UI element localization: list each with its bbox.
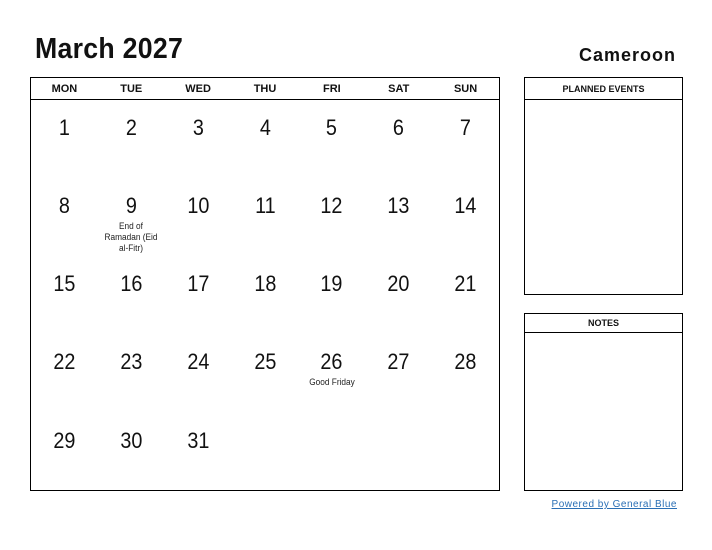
day-cell: 14 bbox=[432, 181, 499, 256]
notes-panel: NOTES bbox=[524, 313, 683, 491]
day-cell: 29 bbox=[31, 413, 98, 490]
day-number: 25 bbox=[253, 349, 277, 374]
day-number: 26 bbox=[320, 349, 343, 374]
day-cell: 2 bbox=[98, 100, 165, 181]
day-cell: 30 bbox=[98, 413, 165, 490]
calendar-body: 1 2 3 4 5 6 7 8 9 End of Ramadan (Eid al-Fitr) 10 1… bbox=[31, 100, 499, 490]
day-number: 15 bbox=[53, 271, 76, 296]
empty-day-cell bbox=[432, 413, 499, 490]
page-title: March 2027 bbox=[35, 33, 184, 65]
day-number: 19 bbox=[320, 271, 343, 296]
day-cell: 8 bbox=[31, 181, 98, 256]
day-number: 11 bbox=[254, 193, 276, 218]
day-cell: 13 bbox=[365, 181, 432, 256]
holiday-label: End of Ramadan (Eid al-Fitr) bbox=[104, 221, 158, 253]
day-number: 1 bbox=[58, 115, 70, 140]
day-number: 2 bbox=[125, 115, 137, 140]
day-cell: 25 bbox=[232, 334, 299, 413]
day-cell: 3 bbox=[165, 100, 232, 181]
day-number: 5 bbox=[326, 115, 338, 140]
day-cell: 4 bbox=[232, 100, 299, 181]
day-number: 27 bbox=[387, 349, 410, 374]
weekday-sat: SAT bbox=[388, 83, 410, 95]
day-number: 16 bbox=[120, 271, 143, 296]
day-cell: 15 bbox=[31, 256, 98, 334]
day-number: 31 bbox=[187, 428, 210, 453]
day-cell: 31 bbox=[165, 413, 232, 490]
day-number: 4 bbox=[259, 115, 271, 140]
day-cell: 28 bbox=[432, 334, 499, 413]
day-number: 29 bbox=[53, 428, 76, 453]
day-number: 13 bbox=[387, 193, 410, 218]
planned-events-panel: PLANNED EVENTS bbox=[524, 77, 683, 295]
day-cell: 5 bbox=[298, 100, 365, 181]
day-number: 12 bbox=[320, 193, 343, 218]
day-cell: 26 Good Friday bbox=[298, 334, 365, 413]
day-number: 6 bbox=[393, 115, 405, 140]
weekday-header: MON TUE WED THU FRI SAT SUN bbox=[31, 78, 499, 100]
day-cell: 24 bbox=[165, 334, 232, 413]
weekday-thu: THU bbox=[253, 83, 277, 95]
day-cell: 18 bbox=[232, 256, 299, 334]
day-number: 20 bbox=[387, 271, 410, 296]
weekday-sun: SUN bbox=[453, 83, 478, 95]
country-label: Cameroon bbox=[578, 45, 676, 65]
day-cell: 11 bbox=[232, 181, 299, 256]
day-cell: 10 bbox=[165, 181, 232, 256]
day-number: 14 bbox=[454, 193, 477, 218]
day-cell: 20 bbox=[365, 256, 432, 334]
day-number: 30 bbox=[120, 428, 143, 453]
empty-day-cell bbox=[365, 413, 432, 490]
empty-day-cell bbox=[232, 413, 299, 490]
day-number: 21 bbox=[454, 271, 477, 296]
day-cell: 17 bbox=[165, 256, 232, 334]
weekday-mon: MON bbox=[51, 83, 78, 95]
empty-day-cell bbox=[298, 413, 365, 490]
day-number: 28 bbox=[454, 349, 477, 374]
day-cell: 27 bbox=[365, 334, 432, 413]
day-cell: 6 bbox=[365, 100, 432, 181]
day-number: 23 bbox=[120, 349, 143, 374]
day-number: 10 bbox=[187, 193, 210, 218]
day-cell: 22 bbox=[31, 334, 98, 413]
day-cell: 16 bbox=[98, 256, 165, 334]
day-number: 24 bbox=[187, 349, 210, 374]
day-cell: 23 bbox=[98, 334, 165, 413]
weekday-wed: WED bbox=[185, 83, 211, 95]
day-cell: 19 bbox=[298, 256, 365, 334]
notes-heading: NOTES bbox=[525, 314, 682, 333]
day-number: 8 bbox=[58, 193, 70, 218]
planned-events-heading: PLANNED EVENTS bbox=[525, 78, 682, 100]
holiday-label: Good Friday bbox=[309, 377, 355, 387]
day-number: 22 bbox=[53, 349, 76, 374]
day-number: 9 bbox=[125, 193, 137, 218]
day-cell: 1 bbox=[31, 100, 98, 181]
day-number: 18 bbox=[253, 271, 277, 296]
day-number: 17 bbox=[187, 271, 210, 296]
day-cell: 7 bbox=[432, 100, 499, 181]
weekday-fri: FRI bbox=[322, 83, 341, 95]
powered-by-link[interactable]: Powered by General Blue bbox=[552, 499, 677, 510]
calendar-grid: MON TUE WED THU FRI SAT SUN 1 2 3 4 5 6 7 8 9 End… bbox=[30, 77, 500, 491]
day-cell: 21 bbox=[432, 256, 499, 334]
day-number: 7 bbox=[460, 115, 472, 140]
day-cell: 12 bbox=[298, 181, 365, 256]
weekday-tue: TUE bbox=[120, 83, 143, 95]
day-number: 3 bbox=[192, 115, 204, 140]
day-cell: 9 End of Ramadan (Eid al-Fitr) bbox=[98, 181, 165, 256]
